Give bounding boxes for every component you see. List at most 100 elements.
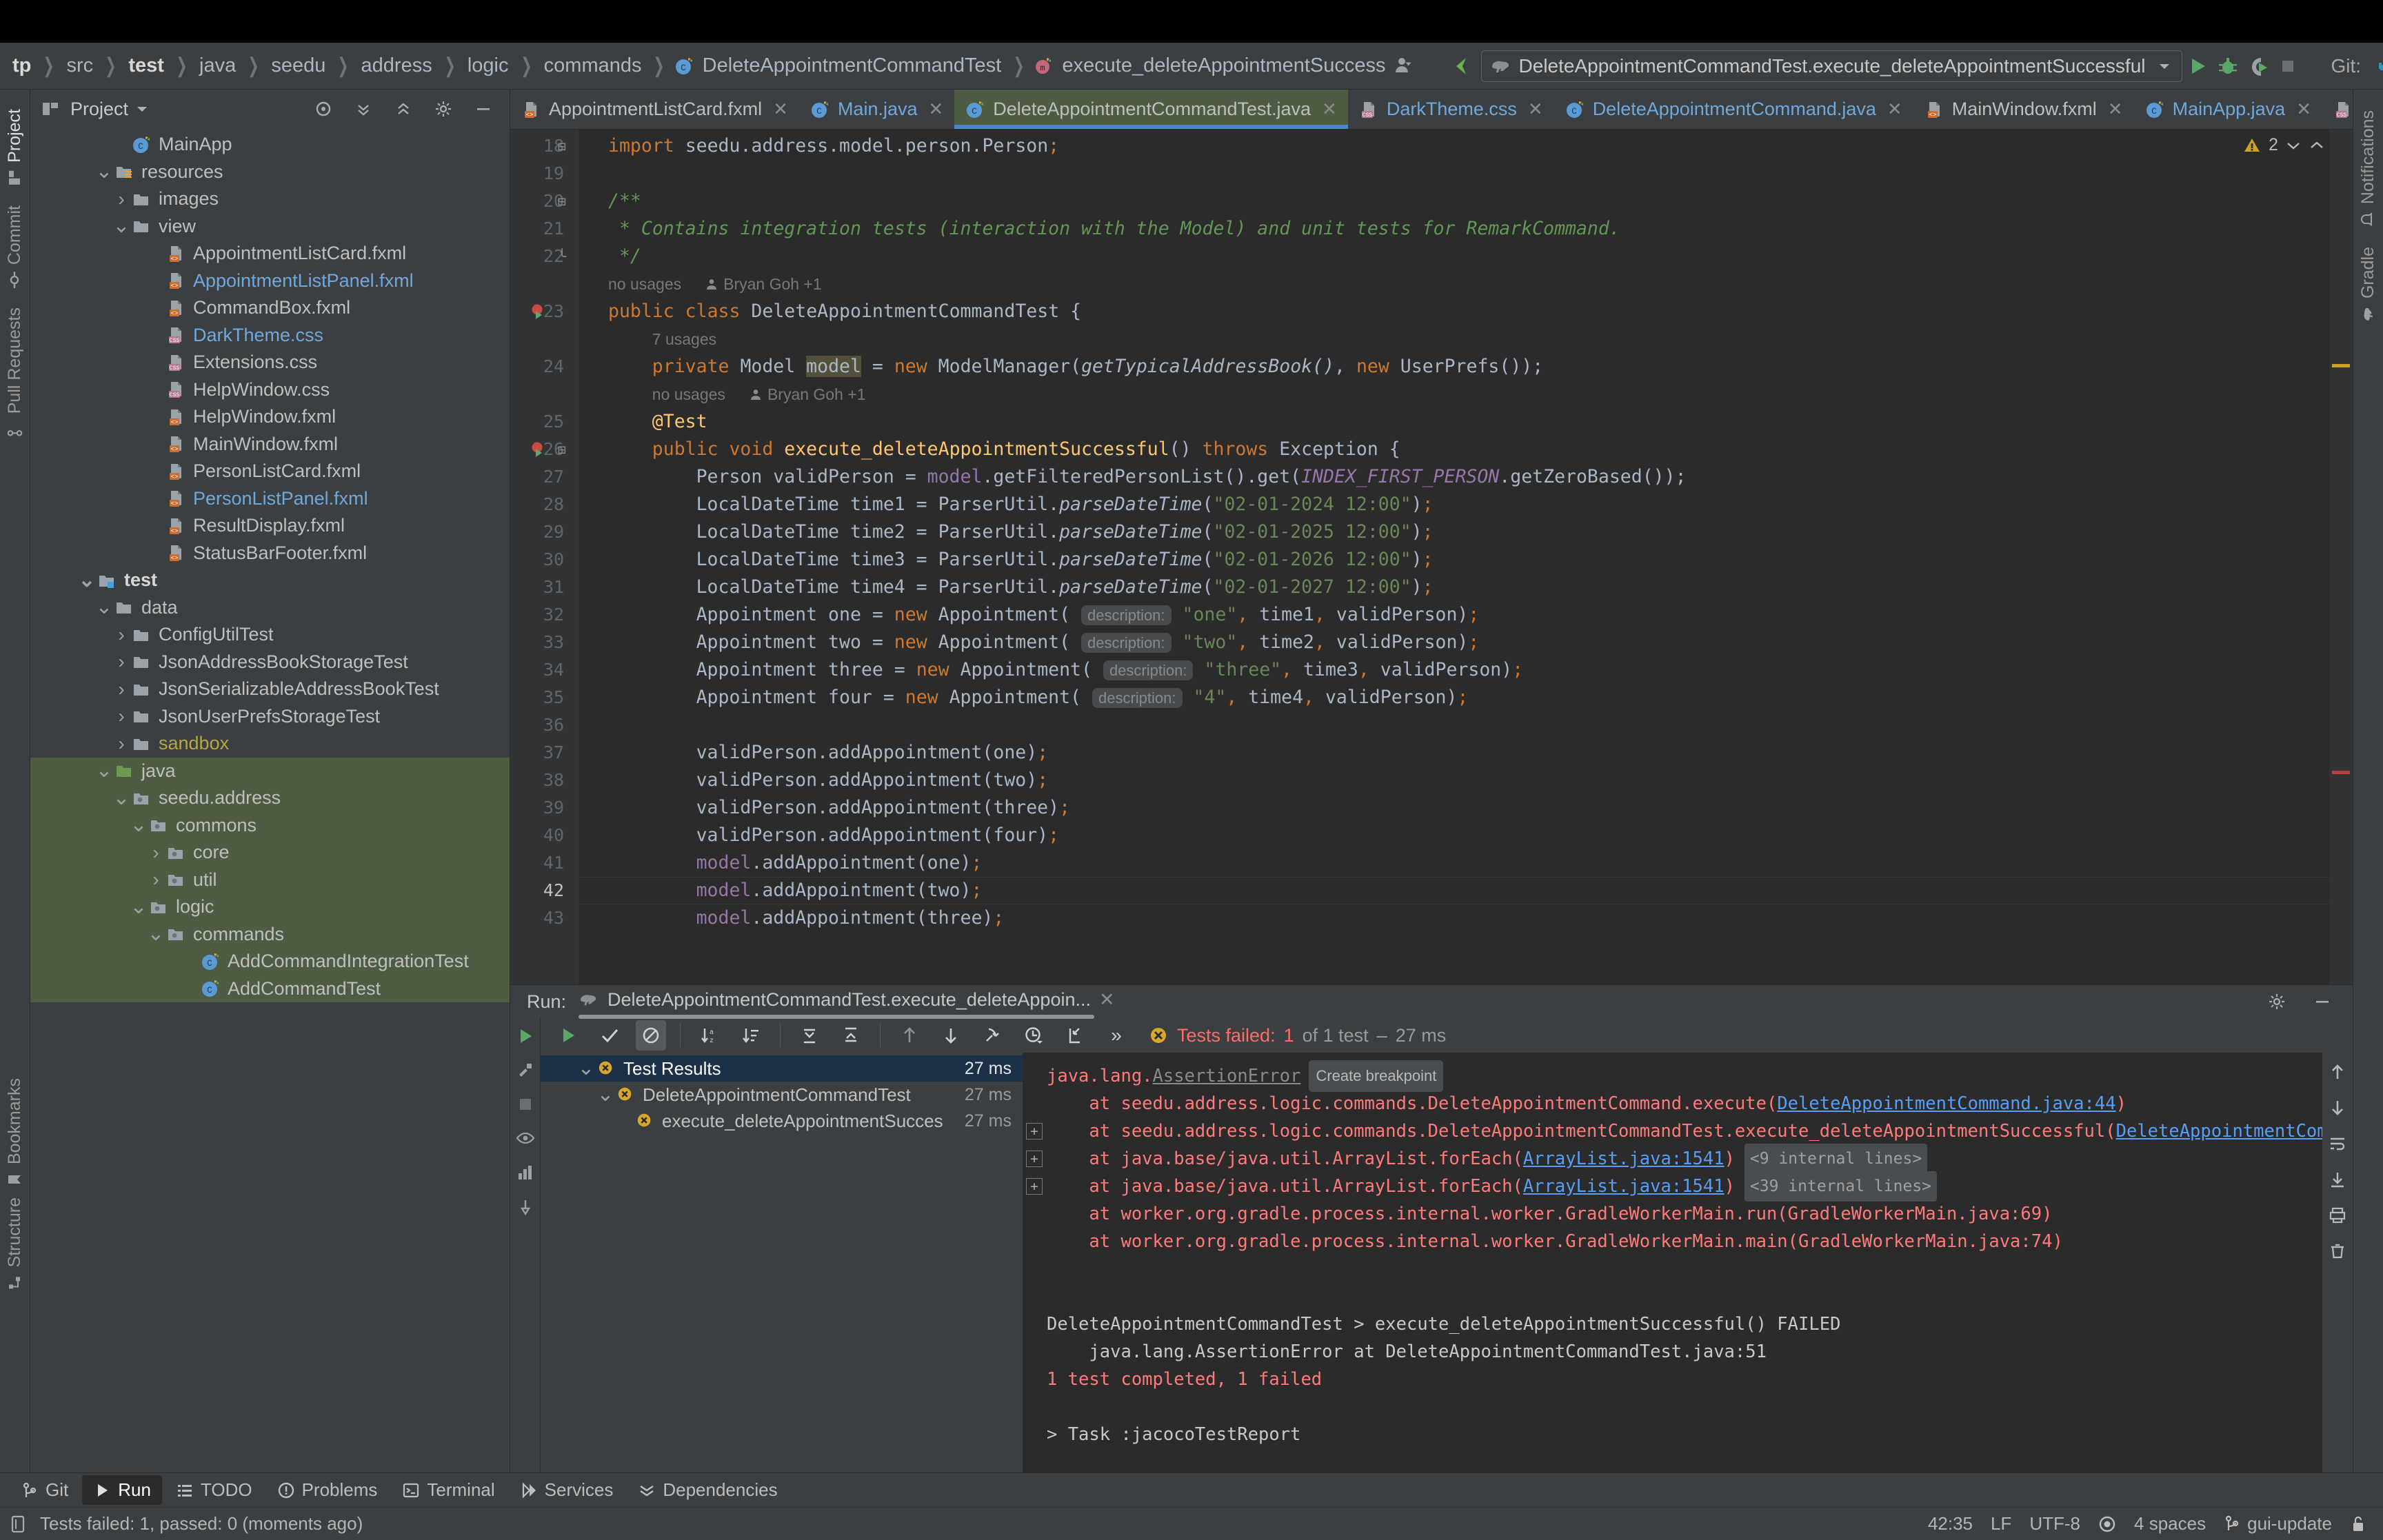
project-tree-row[interactable]: ⌄ view	[30, 213, 510, 241]
settings-icon[interactable]	[428, 94, 459, 124]
bottom-tab-git[interactable]: Git	[10, 1475, 79, 1505]
code-line[interactable]: public class DeleteAppointmentCommandTes…	[579, 298, 1081, 325]
code-fold-marker[interactable]: ⊟	[553, 188, 571, 215]
chevron-down-icon[interactable]: ⌄	[94, 760, 114, 781]
export-icon[interactable]	[1060, 1020, 1090, 1051]
project-tree-row[interactable]: <> PersonListCard.fxml	[30, 458, 510, 485]
chevron-right-icon[interactable]: ›	[146, 842, 165, 864]
code-line[interactable]	[579, 711, 608, 739]
project-tree-row[interactable]: <> ResultDisplay.fxml	[30, 512, 510, 540]
breadcrumb-item-address[interactable]: address	[359, 54, 435, 77]
project-tree-row[interactable]: <> StatusBarFooter.fxml	[30, 540, 510, 567]
test-tree-row[interactable]: ⌄ Test Results 27 ms	[541, 1055, 1023, 1082]
stack-frame-link[interactable]: DeleteAppointmentCommandTest.java:51	[2116, 1117, 2322, 1145]
editor-tab[interactable]: CSS DarkTheme.css ✕	[1348, 90, 1554, 129]
close-icon[interactable]: ✕	[1528, 99, 1543, 120]
sort-alpha-icon[interactable]: a z	[694, 1020, 725, 1051]
scroll-down-icon[interactable]	[2328, 1098, 2347, 1117]
bottom-tab-run[interactable]: Run	[82, 1475, 162, 1505]
code-line[interactable]: validPerson.addAppointment(one);	[579, 739, 1049, 767]
test-results-tree[interactable]: ⌄ Test Results 27 ms ⌄ DeleteAppointmentComm…	[541, 1053, 1023, 1472]
run-configuration-selector[interactable]: DeleteAppointmentCommandTest.execute_del…	[1480, 50, 2182, 82]
breadcrumb-item-src[interactable]: src	[64, 54, 97, 77]
chevron-down-icon[interactable]: ⌄	[112, 216, 131, 236]
chevron-right-icon[interactable]: ›	[112, 624, 131, 646]
editor-tab[interactable]: C MainApp.java ✕	[2134, 90, 2322, 129]
chevron-down-icon[interactable]: ⌄	[129, 815, 148, 835]
project-tree-row[interactable]: › util	[30, 866, 510, 893]
internal-lines-chip[interactable]: <39 internal lines>	[1744, 1171, 1938, 1202]
line-number[interactable]: 25	[543, 408, 564, 436]
chevron-right-icon[interactable]: ›	[112, 188, 131, 210]
expand-internal-lines-icon[interactable]: +	[1026, 1123, 1043, 1139]
indent-setting[interactable]: 4 spaces	[2134, 1513, 2206, 1534]
line-number[interactable]: 31	[543, 574, 564, 601]
editor-tab[interactable]: C DeleteAppointmentCommand.java ✕	[1554, 90, 1913, 129]
project-tree-row[interactable]: › sandbox	[30, 730, 510, 758]
expand-all-icon[interactable]	[348, 94, 379, 124]
code-fold-marker[interactable]: ╰	[553, 243, 571, 270]
stack-frame-link[interactable]: ArrayList.java:1541	[1523, 1173, 1725, 1200]
console-line[interactable]	[1023, 1255, 2322, 1283]
more-icon[interactable]: »	[1101, 1020, 1132, 1051]
code-line[interactable]: model.addAppointment(one);	[579, 849, 983, 877]
run-button[interactable]	[2186, 51, 2209, 81]
code-line[interactable]: * Contains integration tests (interactio…	[579, 215, 1620, 243]
chevron-down-icon[interactable]: ⌄	[94, 161, 114, 182]
code-fold-marker[interactable]: ⊟	[553, 132, 571, 160]
sidebar-tab-structure[interactable]: Structure	[5, 1197, 25, 1290]
bottom-tab-terminal[interactable]: Terminal	[391, 1475, 505, 1505]
code-line[interactable]: public void execute_deleteAppointmentSuc…	[579, 436, 1400, 463]
stripe-mark-warning[interactable]	[2332, 364, 2350, 367]
breadcrumb-item-seedu[interactable]: seedu	[268, 54, 328, 77]
line-number[interactable]: 21	[543, 215, 564, 243]
close-icon[interactable]: ✕	[773, 99, 788, 120]
project-tree-row[interactable]: C AddCommandTest	[30, 975, 510, 1002]
expand-all-icon[interactable]	[794, 1020, 825, 1051]
stack-frame-link[interactable]: ArrayList.java:1541	[1523, 1145, 1725, 1173]
rerun-icon[interactable]	[553, 1020, 583, 1051]
console-line[interactable]: > Task :jacocoTestReport	[1023, 1421, 2322, 1448]
soft-wrap-icon[interactable]	[2328, 1134, 2347, 1153]
chevron-up-icon[interactable]	[2309, 137, 2325, 154]
sidebar-tab-notifications[interactable]: Notifications	[2358, 110, 2378, 227]
project-tree-row[interactable]: <> MainWindow.fxml	[30, 431, 510, 458]
project-tree-row[interactable]: C AddCommandIntegrationTest	[30, 948, 510, 975]
console-line[interactable]: at seedu.address.logic.commands.DeleteAp…	[1023, 1090, 2322, 1117]
usages-count[interactable]: no usages	[652, 381, 725, 408]
chevron-right-icon[interactable]: ›	[112, 678, 131, 700]
code-with-me-icon[interactable]	[1449, 51, 1473, 81]
line-number[interactable]: 43	[543, 904, 564, 932]
line-number[interactable]: 33	[543, 629, 564, 656]
editor-tab[interactable]: C Main.java ✕	[799, 90, 954, 129]
line-number[interactable]: 38	[543, 767, 564, 794]
project-tree-row[interactable]: ⌄ java	[30, 757, 510, 784]
code-line[interactable]: LocalDateTime time3 = ParserUtil.parseDa…	[579, 546, 1434, 574]
project-tree-row[interactable]: › JsonAddressBookStorageTest	[30, 649, 510, 676]
breadcrumb-item-execute-deleteappointmentsuccess[interactable]: m execute_deleteAppointmentSuccess	[1034, 54, 1388, 77]
project-tree-row[interactable]: ⌄ commons	[30, 811, 510, 839]
test-tree-row[interactable]: execute_deleteAppointmentSucces 27 ms	[541, 1108, 1023, 1134]
close-icon[interactable]: ✕	[2108, 99, 2123, 120]
code-text-area[interactable]: import seedu.address.model.person.Person…	[579, 130, 2329, 984]
editor-tab[interactable]: C DeleteAppointmentCommandTest.java ✕	[954, 90, 1348, 129]
run-test-gutter-icon[interactable]	[528, 436, 549, 463]
code-line[interactable]: validPerson.addAppointment(three);	[579, 794, 1070, 822]
eye-icon[interactable]	[516, 1128, 535, 1148]
import-tests-icon[interactable]	[977, 1020, 1007, 1051]
balloon-icon[interactable]	[10, 1514, 28, 1534]
stack-frame-link[interactable]: DeleteAppointmentCommand.java:44	[1777, 1090, 2115, 1117]
run-window-tab[interactable]: DeleteAppointmentCommandTest.execute_del…	[579, 989, 1115, 1019]
collapse-all-icon[interactable]	[388, 94, 419, 124]
code-line[interactable]: validPerson.addAppointment(two);	[579, 767, 1049, 794]
project-tree-row[interactable]: ⌄ test	[30, 567, 510, 594]
chevron-right-icon[interactable]: ›	[112, 705, 131, 727]
print-icon[interactable]	[2328, 1206, 2347, 1225]
project-tree-row[interactable]: CSS Extensions.css	[30, 349, 510, 376]
create-breakpoint-button[interactable]: Create breakpoint	[1309, 1060, 1444, 1092]
bottom-tab-problems[interactable]: Problems	[266, 1475, 389, 1505]
pin-icon[interactable]	[516, 1197, 535, 1217]
line-number[interactable]: 34	[543, 656, 564, 684]
breadcrumb-item-tp[interactable]: tp	[10, 54, 34, 77]
close-icon[interactable]: ✕	[2296, 99, 2311, 120]
